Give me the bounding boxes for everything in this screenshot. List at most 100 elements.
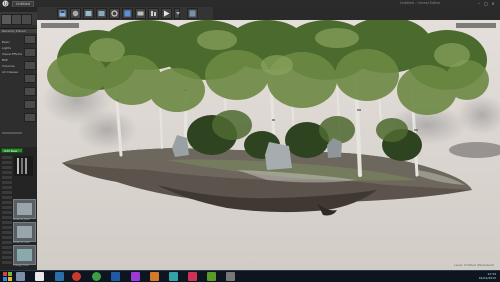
viewport-lit[interactable]: Lit xyxy=(67,35,71,39)
folder-tree-item[interactable] xyxy=(2,181,12,184)
place-item-button[interactable] xyxy=(24,87,36,96)
content-icon xyxy=(85,11,92,16)
chrome-app-icon[interactable] xyxy=(92,272,101,281)
windows-start-icon[interactable] xyxy=(3,272,12,281)
matinee-button[interactable] xyxy=(135,8,146,19)
app-icon[interactable] xyxy=(131,272,140,281)
folder-tree-item[interactable] xyxy=(2,236,12,239)
folder-tree-item[interactable] xyxy=(2,246,12,249)
source-control-icon xyxy=(72,10,79,17)
save-icon xyxy=(59,10,66,17)
system-clock[interactable]: 12:34 01/01/2015 xyxy=(479,272,496,280)
folder-tree-item[interactable] xyxy=(2,226,12,229)
asset-thumbnail[interactable] xyxy=(14,156,33,176)
place-item-button[interactable] xyxy=(24,48,36,57)
place-section-recent[interactable]: Recently Placed xyxy=(0,28,37,33)
asset-label: Material_Leaf xyxy=(13,241,30,244)
marketplace-icon xyxy=(98,11,105,16)
place-section-vfx[interactable]: Visual Effects xyxy=(2,52,22,56)
app-icon[interactable] xyxy=(111,272,120,281)
unreal-logo-icon: U xyxy=(2,0,9,7)
folder-tree-item[interactable] xyxy=(2,156,12,159)
place-section-all[interactable]: All Classes xyxy=(2,70,18,74)
place-section-bsp[interactable]: BSP xyxy=(2,58,8,62)
settings-button[interactable] xyxy=(109,8,120,19)
source-control-button[interactable] xyxy=(70,8,81,19)
save-button[interactable] xyxy=(57,8,68,19)
place-item-button[interactable] xyxy=(24,35,36,44)
viewport-mode[interactable]: Perspective xyxy=(43,35,60,39)
folder-tree-item[interactable] xyxy=(2,216,12,219)
level-status: Level: Untitled (Persistent) xyxy=(454,263,494,267)
folder-tree-item[interactable] xyxy=(2,171,12,174)
build-icon xyxy=(151,11,156,16)
mode-tabs xyxy=(0,12,37,25)
app-icon[interactable] xyxy=(169,272,178,281)
minimize-icon[interactable]: – xyxy=(476,1,482,6)
folder-tree-item[interactable] xyxy=(2,186,12,189)
scene-render xyxy=(37,20,500,270)
blueprint-icon xyxy=(124,10,131,17)
place-item-button[interactable] xyxy=(24,100,36,109)
viewport-show[interactable]: Show xyxy=(43,54,51,58)
play-options-button[interactable] xyxy=(174,8,180,19)
clock-date: 01/01/2015 xyxy=(478,276,496,280)
play-button[interactable] xyxy=(161,8,172,19)
chevron-down-icon xyxy=(176,12,180,15)
asset-label: Foliage_Tree xyxy=(13,264,29,267)
window-title: Untitled - Unreal Editor xyxy=(400,1,441,5)
folder-app-icon[interactable] xyxy=(16,272,25,281)
toolbar-empty-area xyxy=(213,7,500,21)
app-icon[interactable] xyxy=(188,272,197,281)
asset-thumbnail[interactable] xyxy=(13,222,36,242)
unreal-app-icon[interactable] xyxy=(35,272,44,281)
place-item-button[interactable] xyxy=(24,74,36,83)
folder-tree-item[interactable] xyxy=(2,211,12,214)
marketplace-button[interactable] xyxy=(96,8,107,19)
gear-icon xyxy=(111,10,118,17)
asset-label: Material_Bark xyxy=(13,218,31,221)
folder-tree-item[interactable] xyxy=(2,201,12,204)
folder-tree-item[interactable] xyxy=(2,161,12,164)
folder-tree-item[interactable] xyxy=(2,196,12,199)
level-viewport[interactable]: Perspective Lit Show Level: Untitled (Pe… xyxy=(37,20,500,270)
windows-taskbar: 12:34 01/01/2015 xyxy=(0,270,500,282)
folder-tree-item[interactable] xyxy=(2,261,12,264)
place-section-basic[interactable]: Basic xyxy=(2,40,10,44)
place-section-lights[interactable]: Lights xyxy=(2,46,11,50)
folder-tree-item[interactable] xyxy=(2,166,12,169)
place-item-button[interactable] xyxy=(24,113,36,122)
folder-tree-item[interactable] xyxy=(2,221,12,224)
app-icon[interactable] xyxy=(226,272,235,281)
asset-thumbnail[interactable] xyxy=(13,199,36,219)
folder-tree-item[interactable] xyxy=(2,241,12,244)
folder-tree-item[interactable] xyxy=(2,206,12,209)
folder-tree-item[interactable] xyxy=(2,256,12,259)
maximize-icon[interactable]: □ xyxy=(483,1,489,6)
blueprints-button[interactable] xyxy=(122,8,133,19)
landscape-mode-icon[interactable] xyxy=(21,14,32,25)
build-button[interactable] xyxy=(148,8,159,19)
folder-tree-item[interactable] xyxy=(2,251,12,254)
place-item-button[interactable] xyxy=(24,61,36,70)
place-section-volumes[interactable]: Volumes xyxy=(2,64,15,68)
viewport-options-bar[interactable]: Perspective Lit Show xyxy=(41,23,79,58)
add-new-button[interactable]: Add New xyxy=(1,148,23,153)
app-icon[interactable] xyxy=(150,272,159,281)
launch-button[interactable] xyxy=(187,8,198,19)
asset-thumbnail[interactable] xyxy=(13,245,36,265)
main-toolbar xyxy=(37,7,213,21)
panel-scrollbar[interactable] xyxy=(2,132,22,134)
content-button[interactable] xyxy=(83,8,94,19)
close-icon[interactable]: × xyxy=(490,1,496,6)
launch-icon xyxy=(189,10,196,17)
folder-tree-item[interactable] xyxy=(2,191,12,194)
explorer-app-icon[interactable] xyxy=(55,272,64,281)
modes-panel: Recently Placed Basic Lights Visual Effe… xyxy=(0,12,38,270)
browser-app-icon[interactable] xyxy=(72,272,81,281)
app-icon[interactable] xyxy=(207,272,216,281)
play-icon xyxy=(164,10,170,17)
folder-tree-item[interactable] xyxy=(2,231,12,234)
folder-tree-item[interactable] xyxy=(2,176,12,179)
film-icon xyxy=(137,11,144,16)
